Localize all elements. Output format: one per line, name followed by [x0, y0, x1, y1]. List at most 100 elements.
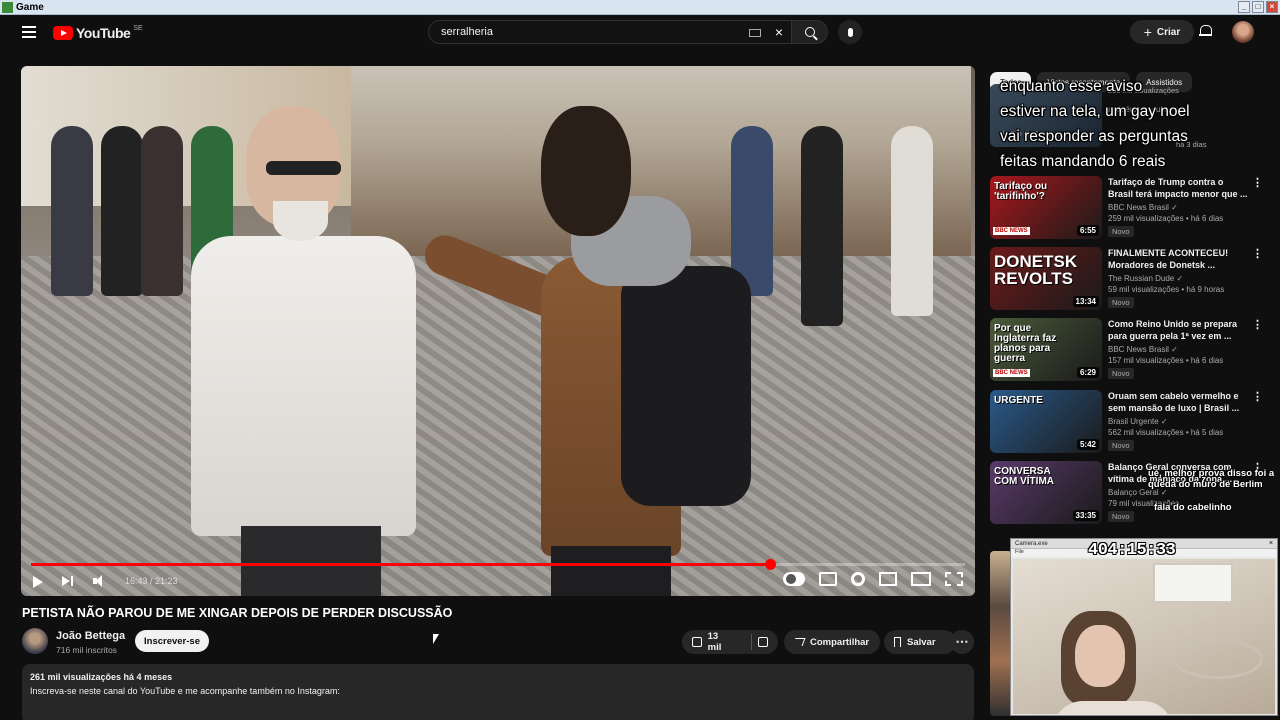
- channel-name[interactable]: João Bettega: [56, 630, 125, 642]
- rec-title[interactable]: FINALMENTE ACONTECEU! Moradores de Donet…: [1108, 247, 1248, 271]
- logo-country: SE: [133, 24, 143, 32]
- overlay-line: feitas mandando 6 reais: [1000, 153, 1166, 170]
- miniplayer-icon[interactable]: [879, 572, 897, 586]
- subtitles-icon[interactable]: [819, 572, 837, 586]
- create-label: Criar: [1156, 26, 1181, 38]
- rec-new-badge: Novo: [1108, 440, 1134, 451]
- webcam-feed: [1013, 559, 1275, 714]
- bbc-news-tag: BBC NEWS: [993, 227, 1030, 235]
- rec-title[interactable]: Como Reino Unido se prepara para guerra …: [1108, 318, 1248, 342]
- bg-person: [51, 126, 93, 296]
- logo-text: YouTube: [76, 25, 131, 41]
- voice-search-button[interactable]: [838, 20, 862, 44]
- rec-thumbnail[interactable]: Tarifaço ou 'tarifinho'? BBC NEWS 6:55: [990, 176, 1102, 239]
- rec-thumbnail[interactable]: URGENTE 5:42: [990, 390, 1102, 453]
- window-title: Game: [16, 1, 44, 13]
- cam-bg-window: [1153, 563, 1233, 603]
- settings-gear-icon[interactable]: [851, 572, 865, 586]
- autoplay-toggle-icon[interactable]: [783, 572, 805, 586]
- progress-bar[interactable]: [31, 559, 965, 570]
- share-button[interactable]: Compartilhar: [784, 630, 880, 654]
- rec-channel[interactable]: Brasil Urgente ✓: [1108, 417, 1168, 426]
- rec-duration: 5:42: [1076, 439, 1099, 450]
- description-box[interactable]: 261 mil visualizações há 4 meses Inscrev…: [22, 664, 974, 720]
- cam-person: [1053, 611, 1173, 714]
- recommendation-item[interactable]: Por que Inglaterra faz planos para guerr…: [990, 318, 1263, 382]
- close-window-button[interactable]: ×: [1266, 1, 1278, 13]
- search-button[interactable]: [792, 20, 828, 44]
- views-and-date: 261 mil visualizações há 4 meses: [30, 672, 173, 682]
- minimize-button[interactable]: _: [1238, 1, 1250, 13]
- rec-thumbnail[interactable]: DONETSK REVOLTS 13:34: [990, 247, 1102, 310]
- like-divider: [751, 634, 753, 650]
- create-button[interactable]: + Criar: [1130, 20, 1194, 44]
- video-player[interactable]: 16:43 / 21:23: [21, 66, 975, 596]
- webcam-window[interactable]: Camera.exe × File: [1010, 538, 1278, 716]
- like-count: 13 mil: [707, 631, 722, 653]
- mic-icon: [847, 27, 853, 37]
- rec-new-badge: Novo: [1108, 226, 1134, 237]
- bookmark-icon: [894, 637, 901, 647]
- channel-avatar[interactable]: [22, 628, 48, 654]
- bg-person: [801, 126, 843, 326]
- bbc-news-tag: BBC NEWS: [993, 369, 1030, 377]
- volume-icon[interactable]: [93, 574, 107, 588]
- bg-person: [141, 126, 183, 296]
- rec-channel[interactable]: BBC News Brasil ✓: [1108, 203, 1178, 212]
- rec-more-icon[interactable]: ⋮: [1252, 176, 1263, 189]
- save-button[interactable]: Salvar: [884, 630, 956, 654]
- play-icon[interactable]: [33, 575, 43, 588]
- rec-meta: 562 mil visualizações • há 5 dias: [1108, 428, 1224, 437]
- old-man-figure: [191, 106, 421, 596]
- rec-duration: 33:35: [1072, 510, 1099, 521]
- rec-channel[interactable]: The Russian Dude ✓: [1108, 274, 1183, 283]
- bg-person: [101, 126, 143, 296]
- stream-overlay-comment-2: fala do cabelinho: [1154, 502, 1232, 513]
- notifications-bell-icon[interactable]: [1199, 24, 1212, 38]
- youtube-logo[interactable]: YouTube SE: [53, 25, 143, 41]
- webcam-close-icon[interactable]: ×: [1267, 540, 1275, 548]
- thumbs-down-icon[interactable]: [758, 637, 768, 647]
- rec-thumbnail[interactable]: Por que Inglaterra faz planos para guerr…: [990, 318, 1102, 381]
- video-title: PETISTA NÃO PAROU DE ME XINGAR DEPOIS DE…: [22, 606, 453, 620]
- partial-thumbnails[interactable]: [990, 551, 1012, 716]
- rec-meta: 259 mil visualizações • há 6 dias: [1108, 214, 1224, 223]
- keyboard-icon[interactable]: [749, 29, 761, 37]
- rec-more-icon[interactable]: ⋮: [1252, 390, 1263, 403]
- theater-mode-icon[interactable]: [911, 572, 931, 586]
- more-actions-button[interactable]: ⋯: [950, 630, 974, 654]
- next-icon[interactable]: [61, 574, 75, 588]
- search-input[interactable]: [441, 26, 731, 38]
- rec-meta: 59 mil visualizações • há 9 horas: [1108, 285, 1225, 294]
- save-label: Salvar: [907, 636, 936, 648]
- rec-duration: 6:55: [1076, 225, 1099, 236]
- rec-duration: 13:34: [1072, 296, 1099, 307]
- window-controls: _ □ ×: [1238, 1, 1278, 13]
- subscribe-button[interactable]: Inscrever-se: [135, 630, 209, 652]
- rec-thumbnail[interactable]: CONVERSA COM VÍTIMA 33:35: [990, 461, 1102, 524]
- account-avatar[interactable]: [1232, 21, 1254, 43]
- rec-title[interactable]: Oruam sem cabelo vermelho e sem mansão d…: [1108, 390, 1248, 414]
- rec-title[interactable]: Tarifaço de Trump contra o Brasil terá i…: [1108, 176, 1248, 200]
- recommendation-item[interactable]: DONETSK REVOLTS 13:34 FINALMENTE ACONTECEU…: [990, 247, 1263, 311]
- menu-icon[interactable]: [22, 26, 36, 38]
- fullscreen-icon[interactable]: [945, 572, 963, 586]
- player-controls: 16:43 / 21:23: [21, 568, 975, 594]
- recommendation-item[interactable]: Tarifaço ou 'tarifinho'? BBC NEWS 6:55 Tari…: [990, 176, 1263, 240]
- stream-timer: 404:15:33: [1088, 541, 1176, 560]
- rec-thumb-text: Por que Inglaterra faz planos para guerr…: [994, 323, 1057, 364]
- stream-overlay-comment: ué, melhor prova disso foi a queda do mu…: [1148, 468, 1274, 490]
- search-icon: [804, 27, 815, 37]
- maximize-button[interactable]: □: [1252, 1, 1264, 13]
- rec-more-icon[interactable]: ⋮: [1252, 247, 1263, 260]
- rec-channel[interactable]: BBC News Brasil ✓: [1108, 345, 1178, 354]
- rec-thumb-text: Tarifaço ou 'tarifinho'?: [994, 181, 1048, 202]
- cam-bg-table: [1173, 639, 1263, 679]
- rec-thumb-text: URGENTE: [994, 395, 1043, 406]
- rec-new-badge: Novo: [1108, 297, 1134, 308]
- rec-more-icon[interactable]: ⋮: [1252, 318, 1263, 331]
- recommendation-item[interactable]: URGENTE 5:42 Oruam sem cabelo vermelho e s…: [990, 390, 1263, 454]
- like-button[interactable]: 13 mil: [682, 630, 778, 654]
- progress-played: [31, 563, 770, 566]
- clear-search-icon[interactable]: ×: [775, 24, 783, 40]
